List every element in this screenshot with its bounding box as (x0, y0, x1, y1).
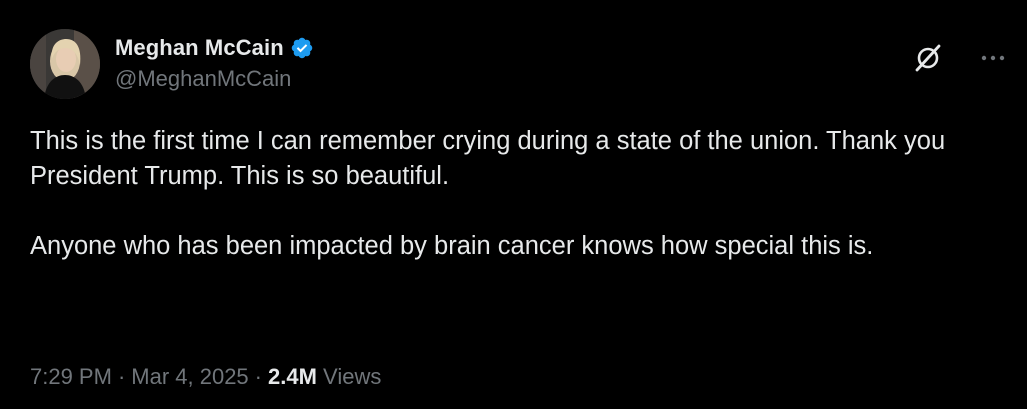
tweet-text: This is the first time I can remember cr… (30, 124, 1015, 264)
avatar-image (30, 29, 100, 99)
tweet-date[interactable]: Mar 4, 2025 (131, 364, 248, 389)
more-options-icon[interactable] (979, 47, 1007, 69)
author-handle[interactable]: @MeghanMcCain (115, 66, 314, 92)
verified-badge-icon[interactable] (290, 36, 314, 60)
grok-icon[interactable] (913, 43, 943, 73)
separator: · (117, 364, 126, 389)
tweet-header: Meghan McCain @MeghanMcCain (30, 29, 1007, 101)
author-names: Meghan McCain @MeghanMcCain (115, 34, 314, 92)
views-count[interactable]: 2.4M (268, 364, 317, 389)
tweet-card: Meghan McCain @MeghanMcCain This is the … (0, 0, 1027, 409)
avatar[interactable] (30, 29, 100, 99)
display-name-row: Meghan McCain (115, 34, 314, 62)
tweet-paragraph: Anyone who has been impacted by brain ca… (30, 232, 874, 260)
views-label: Views (323, 364, 382, 389)
tweet-paragraph: This is the first time I can remember cr… (30, 127, 946, 190)
tweet-time[interactable]: 7:29 PM (30, 364, 112, 389)
display-name[interactable]: Meghan McCain (115, 35, 284, 61)
tweet-metadata: 7:29 PM · Mar 4, 2025 · 2.4M Views (30, 364, 381, 390)
separator: · (254, 364, 262, 389)
